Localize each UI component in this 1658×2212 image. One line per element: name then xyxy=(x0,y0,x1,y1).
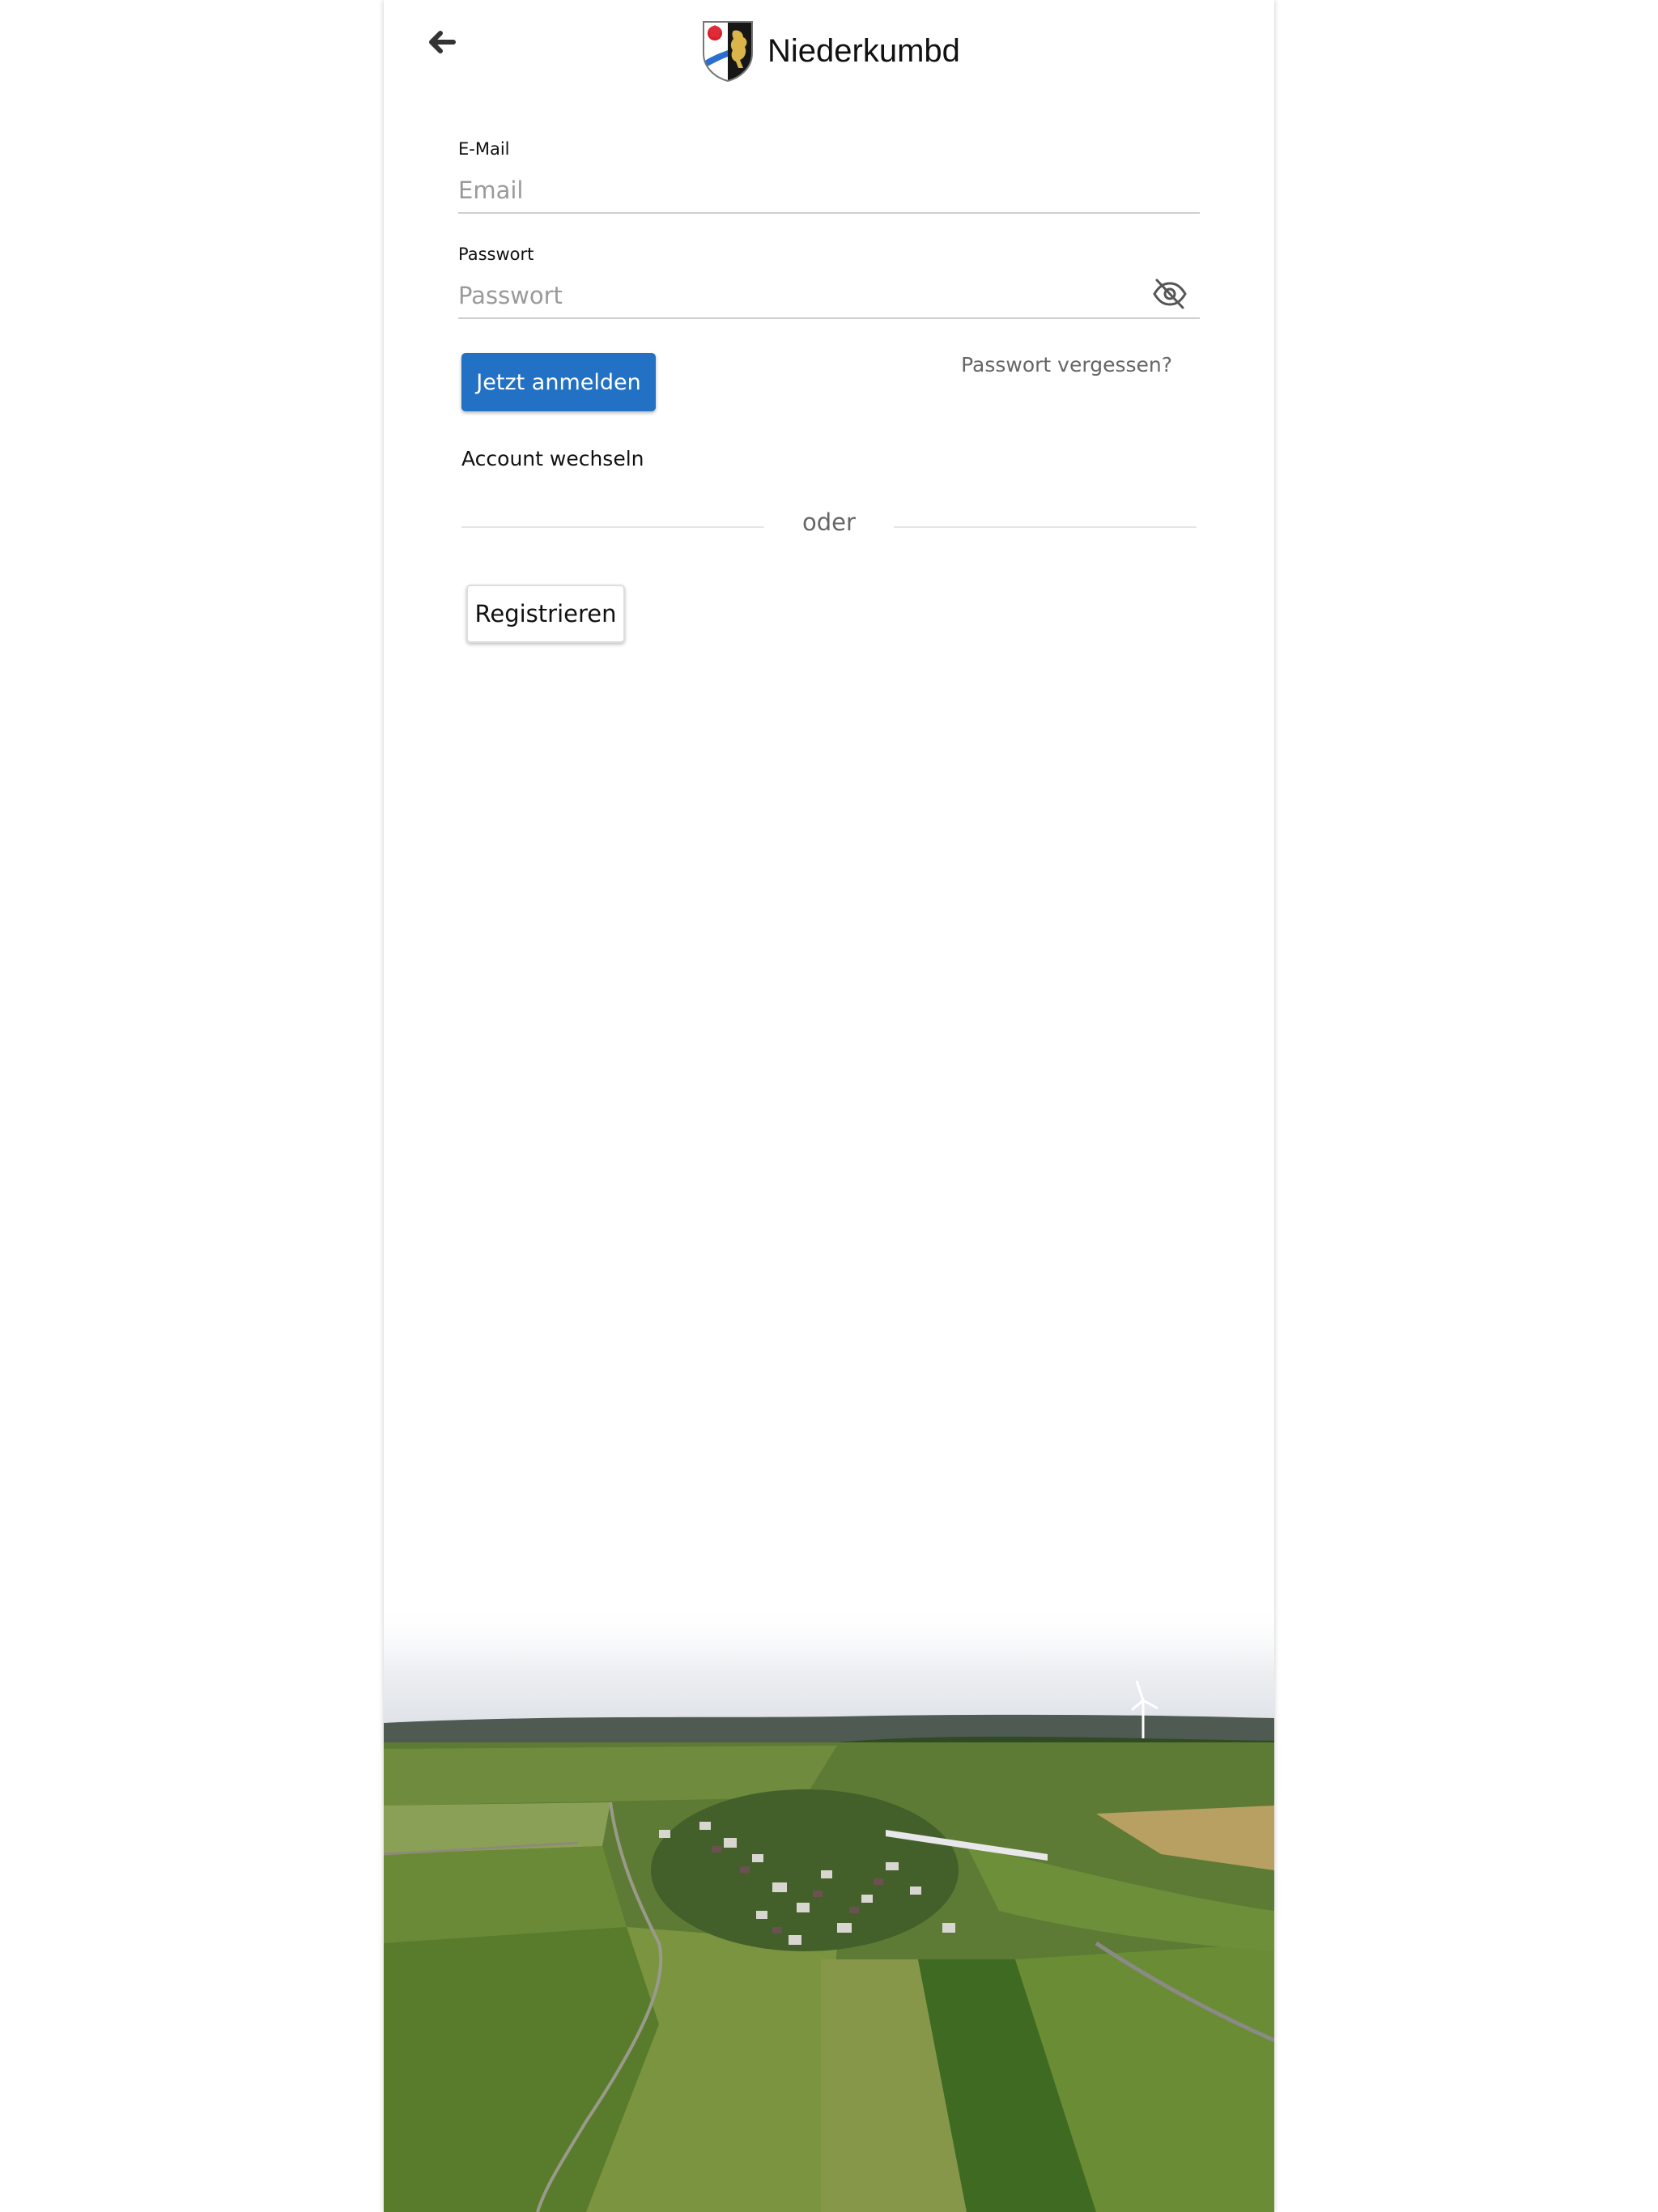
register-button[interactable]: Registrieren xyxy=(466,585,625,643)
email-field[interactable] xyxy=(458,168,1200,214)
divider-text: oder xyxy=(384,508,1274,536)
back-button[interactable] xyxy=(416,18,465,66)
eye-off-icon xyxy=(1153,279,1187,309)
switch-account-link[interactable]: Account wechseln xyxy=(461,447,644,470)
divider-label: oder xyxy=(802,508,856,536)
aerial-landscape-image xyxy=(384,1603,1274,2212)
password-label: Passwort xyxy=(458,245,534,264)
arrow-left-icon xyxy=(429,31,456,53)
brand-name: Niederkumbd xyxy=(767,32,960,69)
coat-of-arms-icon xyxy=(703,21,753,83)
login-panel: Niederkumbd E-Mail Passwort Jetzt anmeld… xyxy=(384,0,1274,2212)
divider-line-right xyxy=(894,526,1197,528)
password-field[interactable] xyxy=(458,274,1200,319)
brand-header: Niederkumbd xyxy=(701,19,960,83)
forgot-password-link[interactable]: Passwort vergessen? xyxy=(961,353,1172,376)
login-button[interactable]: Jetzt anmelden xyxy=(461,353,656,411)
password-visibility-toggle[interactable] xyxy=(1150,275,1190,313)
email-label: E-Mail xyxy=(458,139,510,159)
